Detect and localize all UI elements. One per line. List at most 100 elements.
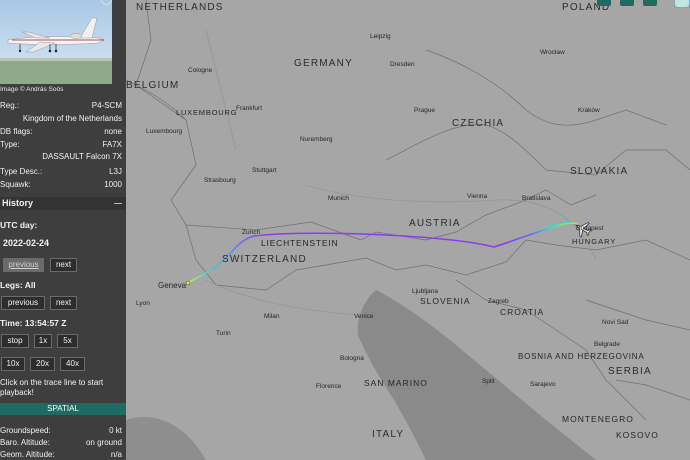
label-san-marino: SAN MARINO (364, 378, 428, 388)
city-zagreb: Zagreb (488, 298, 509, 305)
geom-altitude-value: n/a (110, 450, 122, 459)
db-flags-value: none (104, 127, 122, 136)
aircraft-sidebar: Image © András Soós Reg.: P4-SCM Kingdom… (0, 0, 126, 460)
baro-altitude-value: on ground (85, 438, 122, 447)
city-geneva: Geneva (158, 281, 187, 290)
type-desc-row: Type Desc.: L3J (0, 167, 122, 176)
history-header[interactable]: History (0, 197, 126, 210)
label-italy: ITALY (372, 429, 404, 440)
playback-hint: Click on the trace line to start playbac… (0, 378, 104, 397)
city-cologne: Cologne (188, 67, 213, 74)
map-canvas[interactable]: NETHERLANDS GERMANY BELGIUM LUXEMBOURG C… (126, 0, 690, 460)
city-frankfurt: Frankfurt (236, 105, 262, 112)
map-control-button-1[interactable] (597, 0, 611, 6)
map-control-button-3[interactable] (643, 0, 657, 6)
city-bratislava: Bratislava (522, 195, 551, 202)
speed-20x-button[interactable]: 20x (30, 357, 55, 371)
label-kosovo: KOSOVO (616, 430, 659, 440)
squawk-value: 1000 (104, 180, 122, 189)
label-liechtenstein: LIECHTENSTEIN (261, 238, 338, 248)
city-stuttgart: Stuttgart (252, 167, 277, 174)
type-desc-label: Type Desc.: (0, 167, 43, 176)
utc-day-label: UTC day: (0, 220, 38, 230)
baro-altitude-row: Baro. Altitude: on ground (0, 438, 122, 447)
legs-label: Legs: All (0, 280, 36, 290)
label-montenegro: MONTENEGRO (562, 414, 634, 424)
leg-previous-button[interactable]: previous (1, 296, 45, 310)
label-luxembourg: LUXEMBOURG (176, 108, 237, 117)
baro-altitude-label: Baro. Altitude: (0, 438, 50, 447)
city-split: Split (482, 378, 495, 385)
history-date[interactable]: 2022-02-24 (3, 238, 49, 248)
map-view[interactable]: NETHERLANDS GERMANY BELGIUM LUXEMBOURG C… (126, 0, 690, 460)
aircraft-photo[interactable] (0, 0, 112, 84)
label-croatia: CROATIA (500, 307, 544, 317)
city-leipzig: Leipzig (370, 33, 391, 40)
city-ljubljana: Ljubljana (412, 288, 438, 295)
label-hungary: HUNGARY (572, 237, 616, 246)
label-austria: AUSTRIA (409, 218, 461, 229)
label-belgium: BELGIUM (126, 80, 179, 91)
day-previous-button[interactable]: previous (3, 258, 44, 272)
city-florence: Florence (316, 383, 342, 390)
city-lyon: Lyon (136, 300, 150, 307)
spatial-header[interactable]: SPATIAL (0, 403, 126, 415)
photo-credit[interactable]: Image © András Soós (0, 86, 63, 93)
city-dresden: Dresden (390, 61, 415, 68)
track-start-marker[interactable] (185, 280, 191, 286)
city-vienna: Vienna (467, 193, 488, 200)
type-desc-value: L3J (109, 167, 122, 176)
label-slovakia: SLOVAKIA (570, 166, 628, 177)
history-title: History (2, 198, 34, 208)
leg-next-button[interactable]: next (50, 296, 77, 310)
city-strasbourg: Strasbourg (204, 177, 236, 184)
reg-label: Reg.: (0, 101, 20, 110)
city-krakow: Kraków (578, 107, 600, 114)
city-bologna: Bologna (340, 355, 364, 362)
squawk-row: Squawk: 1000 (0, 180, 122, 189)
speed-1x-button[interactable]: 1x (34, 334, 52, 348)
geom-altitude-row: Geom. Altitude: n/a (0, 450, 122, 459)
groundspeed-label: Groundspeed: (0, 426, 51, 435)
day-next-button[interactable]: next (50, 258, 77, 272)
db-flags-row: DB flags: none (0, 127, 122, 136)
squawk-label: Squawk: (0, 180, 31, 189)
speed-10x-button[interactable]: 10x (1, 357, 25, 371)
map-control-button-2[interactable] (620, 0, 634, 6)
type-label: Type: (0, 140, 20, 149)
city-sarajevo: Sarajevo (530, 381, 556, 388)
city-belgrade: Belgrade (594, 341, 620, 348)
label-serbia: SERBIA (608, 366, 652, 377)
city-venice: Venice (354, 313, 374, 320)
geom-altitude-label: Geom. Altitude: (0, 450, 55, 459)
city-wroclaw: Wrocław (540, 49, 565, 56)
label-bosnia: BOSNIA AND HERZEGOVINA (518, 352, 645, 361)
stop-button[interactable]: stop (1, 334, 29, 348)
aircraft-photo-image (0, 17, 112, 84)
label-germany: GERMANY (294, 58, 353, 69)
city-nuremberg: Nuremberg (300, 136, 333, 143)
city-zurich: Zurich (242, 229, 260, 236)
city-budapest: Budapest (576, 225, 604, 232)
city-turin: Turin (216, 330, 231, 337)
city-prague: Prague (414, 107, 435, 114)
label-switzerland: SWITZERLAND (222, 254, 307, 265)
collapse-icon[interactable] (114, 203, 122, 204)
label-slovenia: SLOVENIA (420, 296, 471, 306)
city-luxembourg: Luxembourg (146, 128, 183, 135)
speed-5x-button[interactable]: 5x (57, 334, 78, 348)
groundspeed-row: Groundspeed: 0 kt (0, 426, 122, 435)
layers-icon[interactable] (674, 0, 690, 8)
city-milan: Milan (264, 313, 280, 320)
label-netherlands: NETHERLANDS (136, 2, 224, 13)
city-novi-sad: Novi Sad (602, 319, 629, 326)
model-value: DASSAULT Falcon 7X (42, 152, 122, 161)
speed-40x-button[interactable]: 40x (60, 357, 85, 371)
playback-time: Time: 13:54:57 Z (0, 318, 67, 328)
label-czechia: CZECHIA (452, 118, 504, 129)
reg-value[interactable]: P4-SCM (92, 101, 122, 110)
groundspeed-value: 0 kt (109, 426, 122, 435)
reg-row: Reg.: P4-SCM (0, 101, 122, 110)
type-value[interactable]: FA7X (102, 140, 122, 149)
type-row: Type: FA7X (0, 140, 122, 149)
